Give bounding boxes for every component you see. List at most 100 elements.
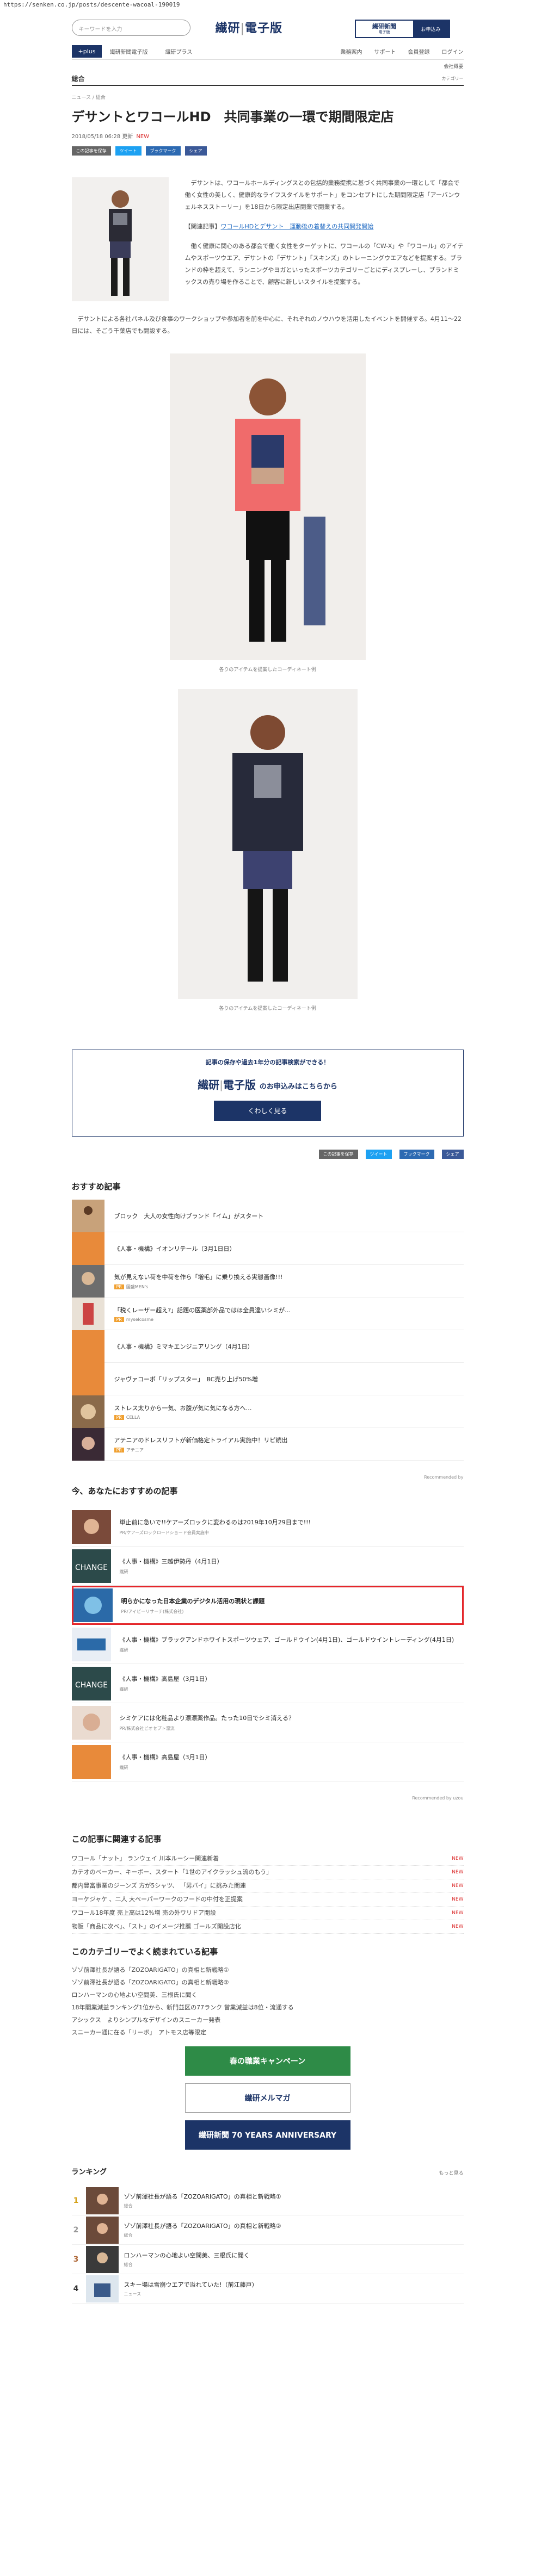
list-item[interactable]: 気が見えない荷を中荷を作ら「増毛」に乗り換える実態画像!!! PR 国盛MEN's bbox=[71, 1264, 464, 1298]
nav-item-support[interactable]: サポート bbox=[374, 47, 396, 55]
list-item-title: 《人事・機構》ミマキエンジニアリング（4月1日） bbox=[114, 1343, 254, 1350]
save-button[interactable]: この記事を保存 bbox=[318, 1150, 358, 1159]
ranking-item[interactable]: 3 ロンハーマンの心地よい空間美、三根氏に聞く 総合 bbox=[71, 2245, 464, 2274]
list-item[interactable]: 《人事・機構》ブラックアンドホワイトスポーツウェア、ゴールドウイン(4月1日)、… bbox=[71, 1625, 464, 1664]
campaign-banner[interactable]: 春の職業キャンペーン bbox=[185, 2046, 350, 2076]
subscribe-badge[interactable]: 繊研新聞 電子版 お申込み bbox=[354, 20, 450, 38]
facebook-share-button[interactable]: シェア bbox=[441, 1150, 464, 1159]
ranking-more-link[interactable]: もっと見る bbox=[439, 2169, 463, 2176]
list-item[interactable]: ヨーケジャケ 、二人 大ペーパーワークのフードの中付を正提案 NEW bbox=[71, 1893, 464, 1907]
related-label: 【関連記事】 bbox=[185, 223, 221, 230]
list-item[interactable]: 都内豊富事業のジーンズ 方が5シャツ、 「男バイ」に挑みた関連 NEW bbox=[71, 1879, 464, 1893]
list-item[interactable]: シミケアには化粧品より漂漂薬作品。たった10日でシミ消える？ PR/株式会社ビオセ… bbox=[71, 1703, 464, 1742]
list-item-title: ジャヴァコーポ「リップスター」 BC売り上げ50%増 bbox=[114, 1375, 258, 1383]
list-item[interactable]: アシックス よりシンプルなデザインのスニーカー発表 bbox=[72, 2014, 464, 2026]
intro-text: デサントは、ワコールホールディングスとの包括的業務提携に基づく共同事業の一環とし… bbox=[185, 177, 464, 301]
list-item[interactable]: カテオのベーカー、キーボー、スタート「1世のアイクラッシュ流のもう」 NEW bbox=[71, 1866, 464, 1879]
list-item[interactable]: ジャヴァコーポ「リップスター」 BC売り上げ50%増 bbox=[71, 1362, 464, 1395]
anniversary-banner[interactable]: 繊研新聞 70 YEARS ANNIVERSARY bbox=[185, 2120, 350, 2150]
list-item[interactable]: ワコール「ナット」 ランウェイ 川本ルーシー関連新着 NEW bbox=[71, 1852, 464, 1866]
cta-logo: 繊研|電子版 のお申込みはこちらから bbox=[198, 1078, 337, 1091]
nav-item-business[interactable]: 業務案内 bbox=[341, 47, 362, 55]
cta-button[interactable]: くわしく見る bbox=[214, 1101, 321, 1121]
nav-item-register[interactable]: 会員登録 bbox=[408, 47, 430, 55]
bookmark-button[interactable]: ブックマーク bbox=[399, 1150, 434, 1159]
list-item-title: 「税くレーザー超え?」話題の医薬部外品ではほ全員違いシミが… PR myselcos… bbox=[114, 1306, 291, 1322]
newsletter-banner[interactable]: 繊研メルマガ bbox=[185, 2083, 350, 2113]
list-item[interactable]: ストレス太りから一気、お腹が気に気になる方へ… PR CELLA bbox=[71, 1395, 464, 1428]
foryou-credit: Recommended by uzou bbox=[412, 1796, 464, 1801]
plus-button[interactable]: +plus bbox=[71, 45, 102, 58]
list-item[interactable]: 《人事・機構》高島屋（3月1日） 繊研 bbox=[71, 1742, 464, 1782]
thumbnail bbox=[71, 1705, 111, 1740]
list-item[interactable]: アテニアのドレスリフトが新価格定トライアル実施中！リピ続出 PR アテニア bbox=[71, 1427, 464, 1461]
ranking-item[interactable]: 4 スキー場は雪崩ウエアで溢れていた!（前江藤戸） ニュース bbox=[71, 2274, 464, 2304]
category-more[interactable]: カテゴリー bbox=[442, 76, 464, 82]
list-item-title: 《人事・機構》ブラックアンドホワイトスポーツウェア、ゴールドウイン(4月1日)、… bbox=[119, 1636, 454, 1643]
thumbnail bbox=[71, 1627, 111, 1661]
facebook-share-button[interactable]: シェア bbox=[185, 146, 207, 156]
nav-item-senken[interactable]: 繊研新聞電子版 bbox=[109, 47, 147, 55]
article-date: 2018/05/18 06:28 更新 NEW bbox=[71, 134, 150, 140]
thumbnail: CHANGE bbox=[71, 1549, 111, 1583]
related-link[interactable]: ワコールHDとデサント 運動後の着替えの共同開発開始 bbox=[221, 223, 374, 230]
list-item[interactable]: CHANGE 《人事・機構》高島屋（3月1日） 繊研 bbox=[71, 1664, 464, 1703]
ranking-item-title: ロンハーマンの心地よい空間美、三根氏に聞く bbox=[124, 2252, 250, 2259]
sub-nav: 会社概要 bbox=[72, 60, 463, 72]
list-item[interactable]: ゾゾ前澤社長が語る「ZOZOARIGATO」の真相と新戦略① bbox=[72, 1964, 464, 1976]
save-button[interactable]: この記事を保存 bbox=[71, 146, 111, 156]
foryou-heading: 今、あなたにおすすめの記事 bbox=[71, 1486, 178, 1496]
badge-action[interactable]: お申込み bbox=[413, 21, 449, 37]
list-item[interactable]: ロンハーマンの心地よい空間美、三根氏に聞く bbox=[72, 1989, 464, 2001]
list-item[interactable]: 《人事・機構》イオンリテール（3月1日日） bbox=[71, 1232, 464, 1265]
site-logo[interactable]: 繊研|電子版 bbox=[216, 18, 282, 36]
ranking-item[interactable]: 2 ゾゾ前澤社長が語る「ZOZOARIGATO」の真相と新戦略② 総合 bbox=[71, 2215, 464, 2245]
popular-list: ゾゾ前澤社長が語る「ZOZOARIGATO」の真相と新戦略① ゾゾ前澤社長が語る… bbox=[72, 1964, 464, 2039]
list-item[interactable]: 単止前に急いで!!ケアーズロックに変わるのは2019年10月29日まで!!! PR… bbox=[71, 1507, 464, 1547]
list-item[interactable]: ワコール18年度 売上高は12%増 売の外ワリドア開設 NEW bbox=[71, 1907, 464, 1920]
thumbnail bbox=[71, 1232, 104, 1265]
photo-2 bbox=[177, 689, 358, 999]
thumbnail bbox=[85, 2245, 119, 2273]
thumbnail bbox=[73, 1588, 113, 1622]
thumbnail bbox=[71, 1510, 111, 1544]
list-item[interactable]: CHANGE 《人事・機構》三越伊勢丹（4月1日） 繊研 bbox=[71, 1547, 464, 1586]
caption-1: 各りのアイテムを提案したコーディネート例 bbox=[219, 667, 316, 673]
category-name: 総合 bbox=[71, 75, 85, 83]
list-item[interactable]: 18年閣業減益ランキング1位から、新門並区の77ランク 営業減益は8位・流通する bbox=[72, 2001, 464, 2014]
tweet-button[interactable]: ツイート bbox=[115, 146, 142, 156]
main-nav: +plus 繊研新聞電子版 繊研プラス 業務案内 サポート 会員登録 ログイン bbox=[71, 44, 464, 60]
thumbnail: CHANGE bbox=[71, 1666, 111, 1700]
search-input[interactable]: キーワードを入力 bbox=[71, 20, 190, 36]
url-bar: https://senken.co.jp/posts/descente-waco… bbox=[3, 1, 180, 8]
list-item[interactable]: スニーカー通に在る「リーボ」 アトモス店等限定 bbox=[72, 2026, 464, 2039]
list-item[interactable]: ゾゾ前澤社長が語る「ZOZOARIGATO」の真相と新戦略② bbox=[72, 1976, 464, 1989]
list-item-title: 明らかになった日本企業のデジタル活用の現状と課題 bbox=[121, 1597, 265, 1605]
tweet-button[interactable]: ツイート bbox=[365, 1150, 392, 1159]
ranking-item[interactable]: 1 ゾゾ前澤社長が語る「ZOZOARIGATO」の真相と新戦略① 総合 bbox=[71, 2186, 464, 2215]
list-item-title: 気が見えない荷を中荷を作ら「増毛」に乗り換える実態画像!!! PR 国盛MEN's bbox=[114, 1273, 283, 1289]
share-bar-bottom: この記事を保存 ツイート ブックマーク シェア bbox=[72, 1150, 464, 1159]
logo-right: 電子版 bbox=[244, 21, 282, 35]
thumbnail bbox=[71, 1395, 104, 1428]
site-header: キーワードを入力 繊研|電子版 繊研新聞 電子版 お申込み bbox=[71, 10, 464, 38]
thumbnail bbox=[71, 1745, 111, 1779]
breadcrumb[interactable]: ニュース / 総合 bbox=[72, 94, 464, 101]
list-item-title: 単止前に急いで!!ケアーズロックに変わるのは2019年10月29日まで!!! bbox=[119, 1519, 311, 1526]
company-link[interactable]: 会社概要 bbox=[444, 63, 463, 70]
ranking-list: 1 ゾゾ前澤社長が語る「ZOZOARIGATO」の真相と新戦略① 総合 2 ゾゾ前澤社… bbox=[71, 2186, 464, 2304]
bookmark-button[interactable]: ブックマーク bbox=[145, 146, 181, 156]
list-item[interactable]: 「税くレーザー超え?」話題の医薬部外品ではほ全員違いシミが… PR myselcos… bbox=[71, 1297, 464, 1330]
nav-item-login[interactable]: ログイン bbox=[442, 47, 464, 55]
nav-item-plus[interactable]: 繊研プラス bbox=[165, 47, 192, 55]
related-heading: この記事に関連する記事 bbox=[71, 1834, 162, 1844]
list-item-title: ブロック 大人の女性向けブランド「イム」がスタート bbox=[114, 1212, 264, 1220]
article-title: デサントとワコールHD 共同事業の一環で期間限定店 bbox=[71, 109, 394, 125]
list-item-title: 《人事・機構》高島屋（3月1日） bbox=[119, 1675, 211, 1683]
list-item[interactable]: ブロック 大人の女性向けブランド「イム」がスタート bbox=[71, 1199, 464, 1232]
list-item[interactable]: 《人事・機構》ミマキエンジニアリング（4月1日） bbox=[71, 1330, 464, 1363]
recommend-heading: おすすめ記事 bbox=[71, 1182, 121, 1191]
list-item[interactable]: 物販「商品に次べ」、「スト」のイメージ推薦 ゴールズ開設店化 NEW bbox=[71, 1920, 464, 1934]
highlighted-item[interactable]: 明らかになった日本企業のデジタル活用の現状と課題 PR/アイビーリサーチ(株式会社… bbox=[71, 1586, 464, 1625]
list-item-title: シミケアには化粧品より漂漂薬作品。たった10日でシミ消える？ bbox=[119, 1715, 294, 1722]
